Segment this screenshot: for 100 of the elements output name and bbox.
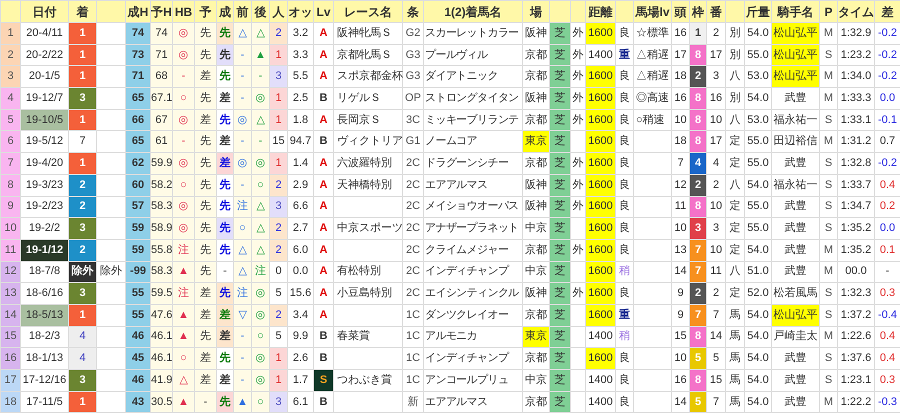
race-time: 1:34.0 [838, 66, 874, 88]
running-style: 差 [194, 348, 216, 370]
race-time: 1:32.9 [838, 22, 874, 44]
track-condition: 良 [616, 109, 634, 131]
distance-value: 1600 [586, 239, 616, 262]
race-date: 18-5/13 [20, 304, 68, 326]
horse-number: 2 [706, 174, 726, 196]
mark-symbol: - [234, 348, 252, 370]
carried-weight: 55.0 [744, 44, 772, 66]
mark-symbol: ○ [172, 174, 194, 196]
rating-value: 58.2 [150, 174, 172, 196]
jockey-name: 武豊 [772, 218, 820, 240]
pace-value: M [820, 326, 838, 348]
finish-position: 1 [68, 391, 96, 413]
carried-weight: 54.0 [744, 326, 772, 348]
race-class: 1C [402, 304, 424, 326]
distance-value: 1400 [586, 370, 616, 392]
surface-label: 芝 [550, 109, 570, 131]
horse-name: アンコールプリュ [424, 370, 522, 392]
column-header: 予H [150, 0, 172, 22]
race-time: 1:34.7 [838, 196, 874, 218]
track-condition: 稍 [616, 326, 634, 348]
column-header: Lv [314, 0, 334, 22]
running-style: 先 [216, 391, 234, 413]
running-style: 差 [194, 109, 216, 131]
mark-symbol: ○ [252, 326, 270, 348]
weight-condition: 八 [726, 174, 744, 196]
rating-value: 47.6 [150, 304, 172, 326]
racecourse: 東京 [522, 326, 550, 348]
carried-weight: 54.0 [744, 348, 772, 370]
mark-symbol: ○ [252, 391, 270, 413]
weight-condition: 馬 [726, 391, 744, 413]
row-number: 15 [0, 326, 20, 348]
rating-value: 46.1 [150, 348, 172, 370]
running-style: 差 [194, 370, 216, 392]
field-size: 9 [672, 304, 690, 326]
rating-value: 55 [126, 304, 150, 326]
mark-symbol: ▲ [234, 391, 252, 413]
horse-number: 4 [706, 152, 726, 174]
pace-value: S [820, 109, 838, 131]
rating-value: 65 [126, 88, 150, 110]
row-number: 8 [0, 174, 20, 196]
time-margin: 0.3 [874, 370, 900, 392]
running-style: 先 [216, 66, 234, 88]
surface-label: 芝 [550, 261, 570, 283]
carried-weight: 54.0 [744, 304, 772, 326]
rating-value: 71 [150, 44, 172, 66]
time-margin: 0.4 [874, 348, 900, 370]
rating-value: 58.3 [150, 261, 172, 283]
popularity: 2 [270, 218, 288, 240]
jockey-name: 武豊 [772, 152, 820, 174]
gate-number: 2 [690, 174, 706, 196]
finish-position: 3 [68, 282, 96, 304]
popularity: 3 [270, 196, 288, 218]
rating-value: 68 [150, 66, 172, 88]
race-date: 20-1/5 [20, 66, 68, 88]
pace-value: M [820, 22, 838, 44]
horse-number: 7 [706, 391, 726, 413]
distance-value: 1600 [586, 66, 616, 88]
gate-number: 8 [690, 326, 706, 348]
row-number: 14 [0, 304, 20, 326]
track-condition: 良 [616, 348, 634, 370]
field-size: 12 [672, 174, 690, 196]
running-style: 差 [216, 326, 234, 348]
pace-value: S [820, 218, 838, 240]
row-number: 17 [0, 370, 20, 392]
finish-position: 2 [68, 174, 96, 196]
jockey-name: 田辺裕信 [772, 130, 820, 153]
field-size: 18 [672, 66, 690, 88]
column-header: 距離 [586, 0, 616, 22]
field-size: 14 [672, 391, 690, 413]
track-condition: 重 [616, 304, 634, 326]
racecourse: 京都 [522, 109, 550, 131]
pace-value: S [820, 152, 838, 174]
jockey-name: 武豊 [772, 196, 820, 218]
weight-condition: 定 [726, 218, 744, 240]
odds-value: 3.4 [288, 304, 314, 326]
popularity: 3 [270, 66, 288, 88]
jockey-name: 松山弘平 [772, 304, 820, 326]
mark-symbol: - [234, 174, 252, 196]
pace-value: S [820, 174, 838, 196]
race-class: OP [402, 88, 424, 110]
gate-number: 5 [690, 348, 706, 370]
time-margin: -0.1 [874, 109, 900, 131]
racecourse: 京都 [522, 66, 550, 88]
popularity: 1 [270, 109, 288, 131]
race-time: 1:33.7 [838, 174, 874, 196]
row-number: 9 [0, 196, 20, 218]
time-margin: 0.4 [874, 174, 900, 196]
mark-symbol: ▲ [172, 261, 194, 283]
horse-name: クライムメジャー [424, 239, 522, 262]
distance-value: 1400 [586, 391, 616, 413]
mark-symbol: △ [252, 109, 270, 131]
row-number: 13 [0, 282, 20, 304]
race-class: 2C [402, 239, 424, 262]
weight-condition: 定 [726, 130, 744, 153]
rating-value: 62 [126, 152, 150, 174]
mark-symbol: - [234, 66, 252, 88]
mark-symbol: △ [252, 22, 270, 44]
track-speed: △稍遅 [634, 66, 672, 88]
